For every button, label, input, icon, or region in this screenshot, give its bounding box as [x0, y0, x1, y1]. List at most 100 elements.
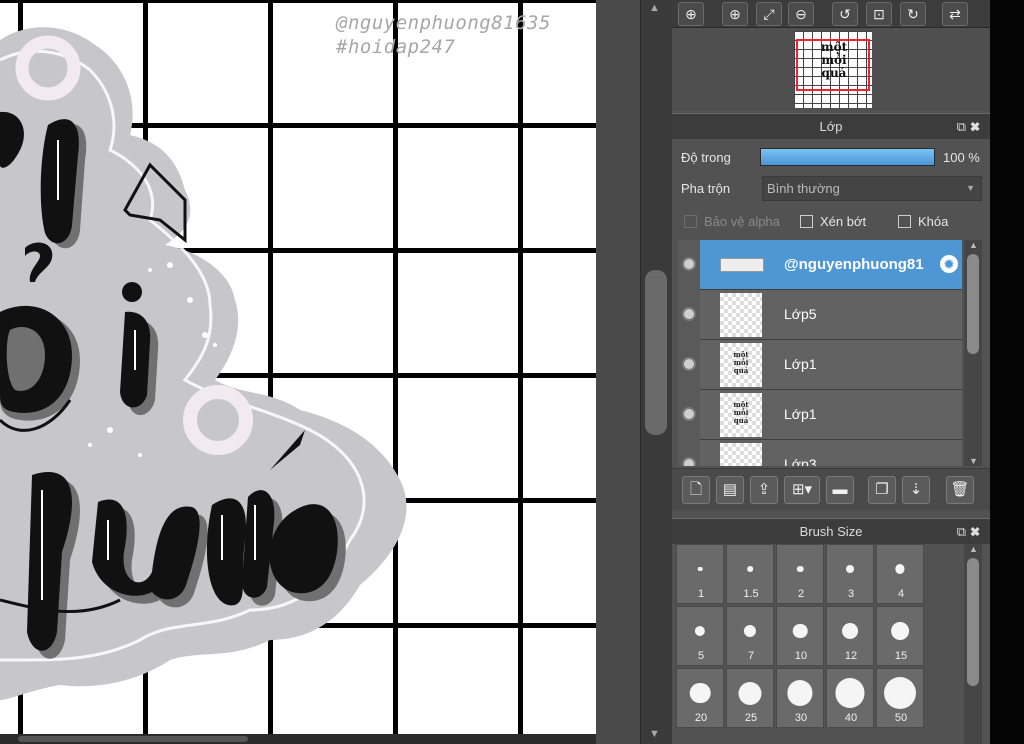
brush-size-cell[interactable]: 5: [676, 606, 724, 666]
brush-dot-icon: [747, 566, 753, 572]
zoom-in-icon[interactable]: ⊕: [722, 2, 748, 26]
brush-size-cell[interactable]: 2: [776, 544, 824, 604]
brush-size-cell[interactable]: 12: [826, 606, 874, 666]
rotate-right-icon[interactable]: ↻: [900, 2, 926, 26]
layer-row[interactable]: @nguyenphuong81 ✹: [678, 240, 962, 290]
brush-size-cell[interactable]: 40: [826, 668, 874, 728]
visibility-icon[interactable]: [682, 357, 696, 371]
navigator-thumbnail[interactable]: một mỏi quá: [794, 31, 872, 108]
navigator-toolbar: ⊕ ⊕ ⤢ ⊖ ↺ ⊡ ↻ ⇄: [672, 0, 990, 28]
vertical-scroll-thumb[interactable]: [645, 270, 667, 435]
window-edge: [990, 0, 1024, 744]
visibility-icon[interactable]: [682, 257, 696, 271]
visibility-icon[interactable]: [682, 307, 696, 321]
horizontal-scrollbar[interactable]: [0, 734, 596, 744]
brush-dot-icon: [846, 565, 854, 573]
brush-size-cell[interactable]: 7: [726, 606, 774, 666]
brush-dot-icon: [694, 625, 706, 637]
layer-name: Lớp3: [784, 456, 817, 466]
brush-size-cell[interactable]: 4: [876, 544, 924, 604]
brush-size-cell[interactable]: 50: [876, 668, 924, 728]
fit-window-icon[interactable]: ⤢: [756, 2, 782, 26]
brush-size-cell[interactable]: 1.5: [726, 544, 774, 604]
brush-size-cell[interactable]: 1: [676, 544, 724, 604]
popout-icon[interactable]: ⧉: [957, 119, 970, 134]
brush-scroll-thumb[interactable]: [967, 558, 979, 686]
layer-row[interactable]: một mỏi quá Lớp1: [678, 340, 962, 390]
brush-size-cell[interactable]: 15: [876, 606, 924, 666]
scroll-up-arrow-icon[interactable]: ▲: [649, 2, 660, 14]
brush-size-label: 7: [747, 650, 755, 662]
visibility-icon[interactable]: [682, 407, 696, 421]
close-icon[interactable]: ✖: [970, 119, 984, 134]
brush-dot-icon: [842, 623, 858, 639]
new-folder-icon[interactable]: ▬: [826, 476, 854, 504]
scroll-up-arrow-icon[interactable]: ▲: [969, 544, 978, 554]
brush-size-label: 25: [744, 712, 758, 724]
clipping-checkbox[interactable]: Xén bớt: [800, 214, 866, 229]
import-layer-icon[interactable]: ⇪: [750, 476, 778, 504]
brush-size-label: 15: [894, 650, 908, 662]
brush-dot-icon: [796, 565, 804, 573]
brush-size-cell[interactable]: 25: [726, 668, 774, 728]
flip-icon[interactable]: ⇄: [942, 2, 968, 26]
opacity-slider-fill: [761, 149, 934, 165]
scroll-down-arrow-icon[interactable]: ▼: [969, 456, 978, 466]
chevron-down-icon: ▼: [966, 183, 975, 193]
merge-layer-icon[interactable]: ⇣: [902, 476, 930, 504]
brush-size-label: 1: [697, 588, 705, 600]
watermark-username: @nguyenphuong81635: [336, 12, 551, 34]
blend-mode-select[interactable]: Bình thường ▼: [762, 176, 982, 201]
brush-dot-icon: [738, 681, 762, 705]
layer-scroll-thumb[interactable]: [967, 254, 979, 354]
blend-mode-label: Pha trộn: [681, 181, 731, 196]
trash-icon[interactable]: 🗑: [946, 476, 974, 504]
vertical-scrollbar[interactable]: ▲ ▼: [640, 0, 672, 744]
duplicate-layer-icon[interactable]: ❐: [868, 476, 896, 504]
brush-size-scrollbar[interactable]: ▲: [964, 544, 982, 744]
reset-icon[interactable]: ⊡: [866, 2, 892, 26]
layer-name: Lớp1: [784, 406, 817, 422]
protect-alpha-checkbox[interactable]: Bảo vệ alpha: [684, 214, 780, 229]
zoom-out-icon[interactable]: ⊖: [788, 2, 814, 26]
brush-size-cell[interactable]: 3: [826, 544, 874, 604]
scroll-up-arrow-icon[interactable]: ▲: [969, 240, 978, 250]
rotate-left-icon[interactable]: ↺: [832, 2, 858, 26]
gear-icon[interactable]: ✹: [940, 255, 958, 273]
layer-list-scrollbar[interactable]: ▲ ▼: [964, 240, 982, 466]
brush-size-cell[interactable]: 10: [776, 606, 824, 666]
opacity-value: 100 %: [943, 150, 980, 165]
brush-size-label: 5: [697, 650, 705, 662]
brush-size-cell[interactable]: 30: [776, 668, 824, 728]
visibility-icon[interactable]: [682, 457, 696, 466]
brush-dot-icon: [787, 680, 813, 706]
new-layer-icon[interactable]: 🗋: [682, 476, 710, 504]
lock-checkbox[interactable]: Khóa: [898, 214, 948, 229]
layer-row[interactable]: Lớp5: [678, 290, 962, 340]
popout-icon[interactable]: ⧉: [957, 524, 970, 539]
layer-thumbnail: [720, 258, 764, 272]
brush-dot-icon: [835, 678, 865, 708]
navigator-preview[interactable]: một mỏi quá: [672, 28, 990, 110]
blend-mode-value: Bình thường: [767, 181, 840, 196]
brush-size-label: 2: [797, 588, 805, 600]
new-halftone-layer-icon[interactable]: ▤: [716, 476, 744, 504]
add-layer-menu-icon[interactable]: ⊞▾: [784, 476, 820, 504]
opacity-slider[interactable]: [760, 148, 935, 166]
brush-size-cell[interactable]: 20: [676, 668, 724, 728]
horizontal-scroll-thumb[interactable]: [18, 736, 248, 742]
drawing-canvas[interactable]: @nguyenphuong81635 #hoidap247: [0, 0, 596, 744]
close-icon[interactable]: ✖: [970, 524, 984, 539]
layer-row[interactable]: Lớp3: [678, 440, 962, 466]
zoom-fit-icon[interactable]: ⊕: [678, 2, 704, 26]
layer-panel-header: Lớp ⧉✖: [672, 113, 990, 139]
brush-dot-icon: [884, 677, 916, 709]
brush-size-panel-header: Brush Size ⧉✖: [672, 518, 990, 544]
scroll-down-arrow-icon[interactable]: ▼: [649, 728, 660, 740]
brush-size-grid: 1 1.5 2 3 4 5 7 10 12 15 20 25 30 40 50: [676, 544, 926, 744]
layer-row[interactable]: một mỏi quá Lớp1: [678, 390, 962, 440]
brush-size-label: 3: [847, 588, 855, 600]
thumbnail-artwork: một mỏi quá: [820, 40, 848, 80]
layer-thumbnail: [720, 443, 762, 466]
brush-size-label: 20: [694, 712, 708, 724]
